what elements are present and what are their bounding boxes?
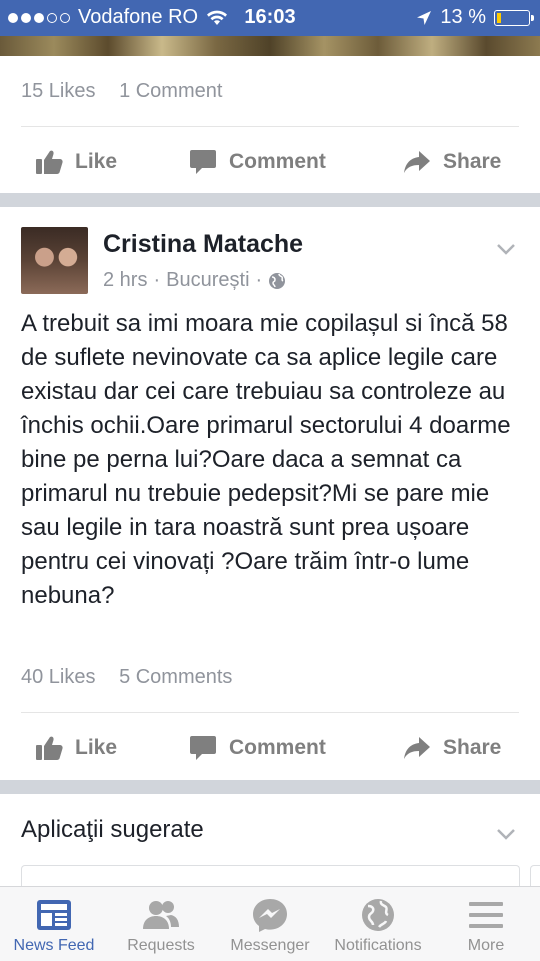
post-location[interactable]: București <box>166 269 249 292</box>
battery-icon <box>494 9 534 26</box>
status-right: 13 % <box>416 6 534 29</box>
news-feed-icon <box>37 900 71 930</box>
post-text: A trebuit sa imi moara mie copilașul si … <box>21 310 511 609</box>
post-photo-bottom[interactable] <box>0 36 540 56</box>
requests-icon <box>143 901 179 929</box>
meta-separator: · <box>153 269 161 291</box>
post-action-bar: Like Comment Share <box>0 723 540 773</box>
feed-separator <box>0 193 540 207</box>
divider <box>21 126 519 127</box>
tab-notifications[interactable]: Notifications <box>324 887 432 961</box>
tab-more[interactable]: More <box>432 887 540 961</box>
tab-label: News Feed <box>13 937 95 954</box>
location-arrow-icon <box>417 10 432 25</box>
comment-button[interactable]: Comment <box>189 723 326 773</box>
post-time[interactable]: 2 hrs <box>103 269 147 292</box>
like-button[interactable]: Like <box>35 723 117 773</box>
likes-count[interactable]: 40 Likes <box>21 666 96 688</box>
like-label: Like <box>75 150 118 173</box>
post-meta: 2 hrs · București · <box>103 269 286 292</box>
battery-percent: 13 % <box>440 6 486 28</box>
messenger-icon <box>253 899 287 932</box>
globe-icon <box>362 899 394 931</box>
comments-count[interactable]: 1 Comment <box>119 80 222 102</box>
post-author[interactable]: Cristina Matache <box>103 230 303 259</box>
like-label: Like <box>75 736 118 759</box>
previous-post-reactions[interactable]: 15 Likes 1 Comment <box>21 80 240 103</box>
tab-label: More <box>467 937 505 954</box>
comment-button[interactable]: Comment <box>189 137 326 187</box>
tab-label: Messenger <box>230 937 310 954</box>
previous-post-action-bar: Like Comment Share <box>0 137 540 187</box>
tab-news-feed[interactable]: News Feed <box>0 887 108 961</box>
post-reactions[interactable]: 40 Likes 5 Comments <box>21 666 250 689</box>
globe-icon <box>269 272 286 289</box>
share-arrow-icon <box>404 151 430 173</box>
share-arrow-icon <box>404 737 430 759</box>
feed-separator <box>0 780 540 794</box>
share-button[interactable]: Share <box>403 137 501 187</box>
divider <box>21 712 519 713</box>
menu-icon <box>469 902 503 928</box>
comment-bubble-icon <box>190 736 216 760</box>
share-label: Share <box>443 150 502 173</box>
comments-count[interactable]: 5 Comments <box>119 666 232 688</box>
tab-label: Notifications <box>334 937 422 954</box>
chevron-down-icon[interactable] <box>495 823 517 845</box>
avatar[interactable] <box>21 227 88 294</box>
status-bar: Vodafone RO 16:03 13 % <box>0 0 540 36</box>
thumbs-up-icon <box>36 150 63 174</box>
tab-messenger[interactable]: Messenger <box>216 887 324 961</box>
comment-label: Comment <box>229 150 326 173</box>
comment-bubble-icon <box>190 150 216 174</box>
share-label: Share <box>443 736 502 759</box>
chevron-down-icon[interactable] <box>495 238 517 260</box>
tab-label: Requests <box>127 937 195 954</box>
like-button[interactable]: Like <box>35 137 117 187</box>
comment-label: Comment <box>229 736 326 759</box>
suggested-apps-title: Aplicaţii sugerate <box>21 816 204 843</box>
share-button[interactable]: Share <box>403 723 501 773</box>
likes-count[interactable]: 15 Likes <box>21 80 96 102</box>
tab-requests[interactable]: Requests <box>107 887 215 961</box>
meta-separator: · <box>255 269 263 291</box>
thumbs-up-icon <box>36 736 63 760</box>
tab-bar: News Feed Requests Messenger Notificatio… <box>0 886 540 961</box>
